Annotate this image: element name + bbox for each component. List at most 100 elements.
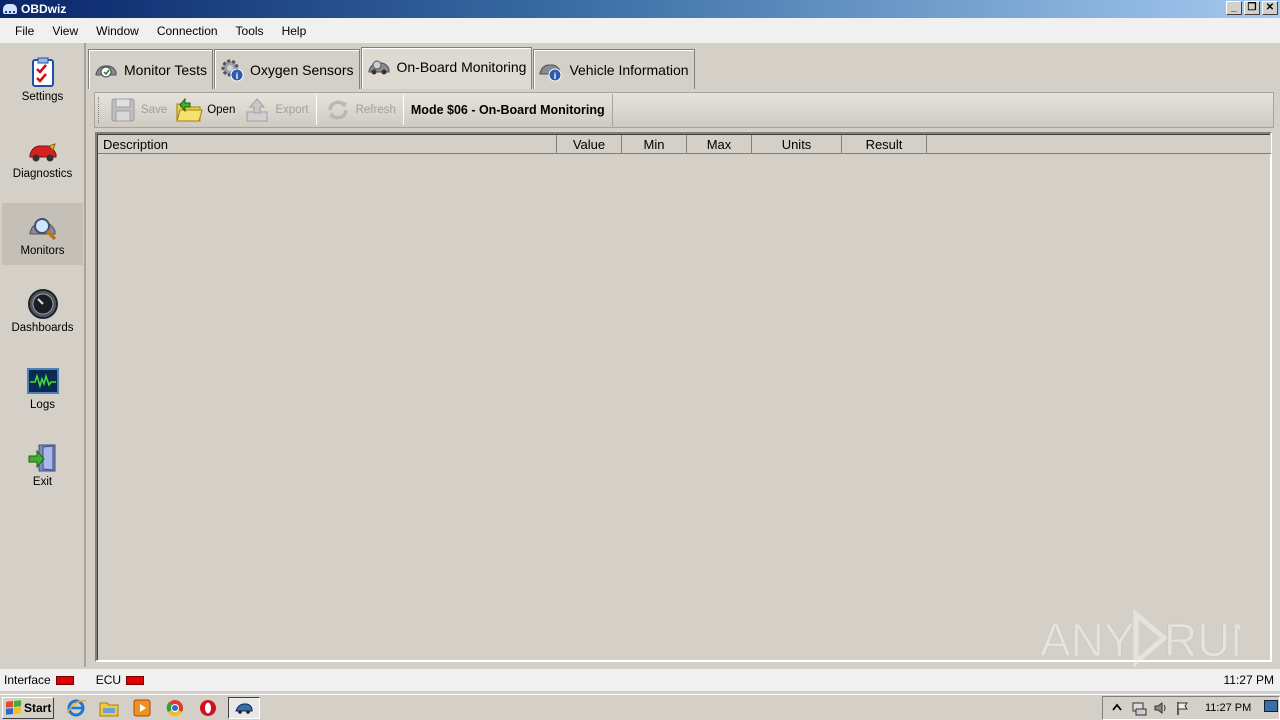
- svg-text:i: i: [236, 71, 239, 81]
- ecu-led-indicator: [126, 675, 145, 685]
- tab-vehicle-information[interactable]: i Vehicle Information: [533, 49, 695, 89]
- ecu-label: ECU: [95, 673, 122, 687]
- save-disk-icon: [109, 96, 137, 124]
- monitor-tests-icon: [94, 58, 118, 82]
- settings-checklist-icon: [27, 57, 59, 89]
- open-button[interactable]: Open: [171, 94, 239, 126]
- sidebar-item-label: Exit: [32, 476, 53, 488]
- main-panel: Monitor Tests i Oxygen Sensors On-Board …: [88, 43, 1280, 667]
- menu-connection[interactable]: Connection: [148, 24, 227, 38]
- window-titlebar[interactable]: OBDwiz _ ❐ ✕: [0, 0, 1280, 18]
- export-button[interactable]: Export: [239, 94, 312, 126]
- chrome-icon[interactable]: [164, 697, 186, 719]
- menu-file[interactable]: File: [6, 24, 43, 38]
- volume-icon[interactable]: [1153, 700, 1169, 716]
- toolbar-separator: [402, 95, 404, 125]
- anyrun-watermark-logo: ANY RUN: [1040, 608, 1240, 668]
- open-folder-icon: [175, 96, 203, 124]
- tab-label: On-Board Monitoring: [396, 58, 527, 75]
- tab-oxygen-sensors[interactable]: i Oxygen Sensors: [214, 49, 360, 89]
- refresh-label: Refresh: [355, 104, 396, 116]
- on-board-monitoring-icon: [367, 55, 391, 79]
- interface-led-indicator: [55, 675, 74, 685]
- tab-on-board-monitoring[interactable]: On-Board Monitoring: [360, 47, 533, 89]
- save-label: Save: [141, 104, 168, 116]
- sidebar-item-label: Dashboards: [11, 322, 74, 334]
- exit-door-icon: [27, 442, 59, 474]
- refresh-button[interactable]: Refresh: [320, 94, 400, 126]
- refresh-arrows-icon: [324, 96, 352, 124]
- sidebar-item-exit[interactable]: Exit: [2, 434, 83, 496]
- save-button[interactable]: Save: [105, 94, 171, 126]
- results-table[interactable]: Description Value Min Max Units Result: [95, 132, 1272, 662]
- ecu-status: ECU: [95, 673, 145, 687]
- sidebar-item-label: Logs: [30, 399, 55, 411]
- menu-tools[interactable]: Tools: [227, 24, 273, 38]
- taskbar-clock[interactable]: 11:27 PM: [1205, 702, 1251, 714]
- sidebar-item-label: Monitors: [20, 245, 65, 257]
- menu-view[interactable]: View: [43, 24, 87, 38]
- vehicle-information-icon: i: [539, 58, 563, 82]
- toolbar-separator: [315, 95, 317, 125]
- windows-flag-icon: [6, 700, 21, 715]
- toolbar-grip[interactable]: [98, 97, 101, 123]
- diagnostics-car-icon: [27, 134, 59, 166]
- sidebar-item-logs[interactable]: Logs: [2, 357, 83, 419]
- sidebar-item-settings[interactable]: Settings: [2, 49, 83, 111]
- sidebar-item-label: Diagnostics: [12, 168, 73, 180]
- file-explorer-icon[interactable]: [98, 697, 120, 719]
- window-title: OBDwiz: [21, 2, 67, 16]
- close-button[interactable]: ✕: [1262, 1, 1278, 15]
- tab-label: Monitor Tests: [124, 61, 207, 78]
- network-icon[interactable]: [1131, 700, 1147, 716]
- export-arrow-icon: [243, 96, 271, 124]
- toolbar: Save Open Export Refresh Mode $06 - On-B…: [94, 92, 1274, 128]
- sidebar-item-dashboards[interactable]: Dashboards: [2, 280, 83, 342]
- oxygen-sensors-gear-icon: i: [220, 58, 244, 82]
- toolbar-title: Mode $06 - On-Board Monitoring: [407, 94, 613, 126]
- sidebar-item-monitors[interactable]: Monitors: [2, 203, 83, 265]
- media-player-icon[interactable]: [131, 697, 153, 719]
- column-header-description[interactable]: Description: [98, 135, 557, 154]
- tab-label: Vehicle Information: [569, 61, 689, 78]
- menu-bar: File View Window Connection Tools Help: [0, 18, 1280, 43]
- obdwiz-app-icon: [3, 4, 17, 14]
- start-button[interactable]: Start: [2, 696, 54, 719]
- restore-button[interactable]: ❐: [1244, 1, 1260, 15]
- column-header-max[interactable]: Max: [687, 135, 752, 154]
- column-header-result[interactable]: Result: [842, 135, 927, 154]
- window-controls: _ ❐ ✕: [1226, 1, 1278, 15]
- show-desktop-button[interactable]: [1264, 700, 1278, 712]
- taskbar-obdwiz-button[interactable]: [228, 696, 260, 719]
- column-header-value[interactable]: Value: [557, 135, 622, 154]
- status-bar: Interface ECU 11:27 PM: [0, 669, 1280, 691]
- sidebar-item-diagnostics[interactable]: Diagnostics: [2, 126, 83, 188]
- svg-text:ANY: ANY: [1040, 614, 1135, 666]
- tab-strip: Monitor Tests i Oxygen Sensors On-Board …: [88, 47, 696, 91]
- menu-help[interactable]: Help: [273, 24, 316, 38]
- action-center-flag-icon[interactable]: [1175, 700, 1191, 716]
- monitors-magnifier-icon: [27, 211, 59, 243]
- minimize-button[interactable]: _: [1226, 1, 1242, 15]
- internet-explorer-icon[interactable]: [65, 697, 87, 719]
- export-label: Export: [275, 104, 309, 116]
- svg-text:RUN: RUN: [1164, 614, 1240, 666]
- sidebar-item-label: Settings: [21, 91, 64, 103]
- system-tray: 11:27 PM: [1102, 696, 1280, 720]
- column-header-units[interactable]: Units: [752, 135, 842, 154]
- opera-icon[interactable]: [197, 697, 219, 719]
- anyrun-watermark: ANY RUN: [1040, 606, 1240, 670]
- logs-waveform-icon: [26, 365, 59, 397]
- tray-expand-icon[interactable]: [1109, 700, 1125, 716]
- dashboards-gauge-icon: [27, 288, 59, 320]
- svg-text:i: i: [554, 71, 557, 81]
- tab-monitor-tests[interactable]: Monitor Tests: [88, 49, 213, 89]
- interface-status: Interface: [4, 673, 74, 687]
- menu-window[interactable]: Window: [87, 24, 148, 38]
- open-label: Open: [207, 104, 236, 116]
- obdwiz-taskbar-icon: [235, 703, 253, 714]
- left-sidebar: Settings Diagnostics Monitors Dashboards…: [0, 43, 86, 667]
- interface-label: Interface: [4, 673, 51, 687]
- start-label: Start: [24, 700, 52, 715]
- column-header-min[interactable]: Min: [622, 135, 687, 154]
